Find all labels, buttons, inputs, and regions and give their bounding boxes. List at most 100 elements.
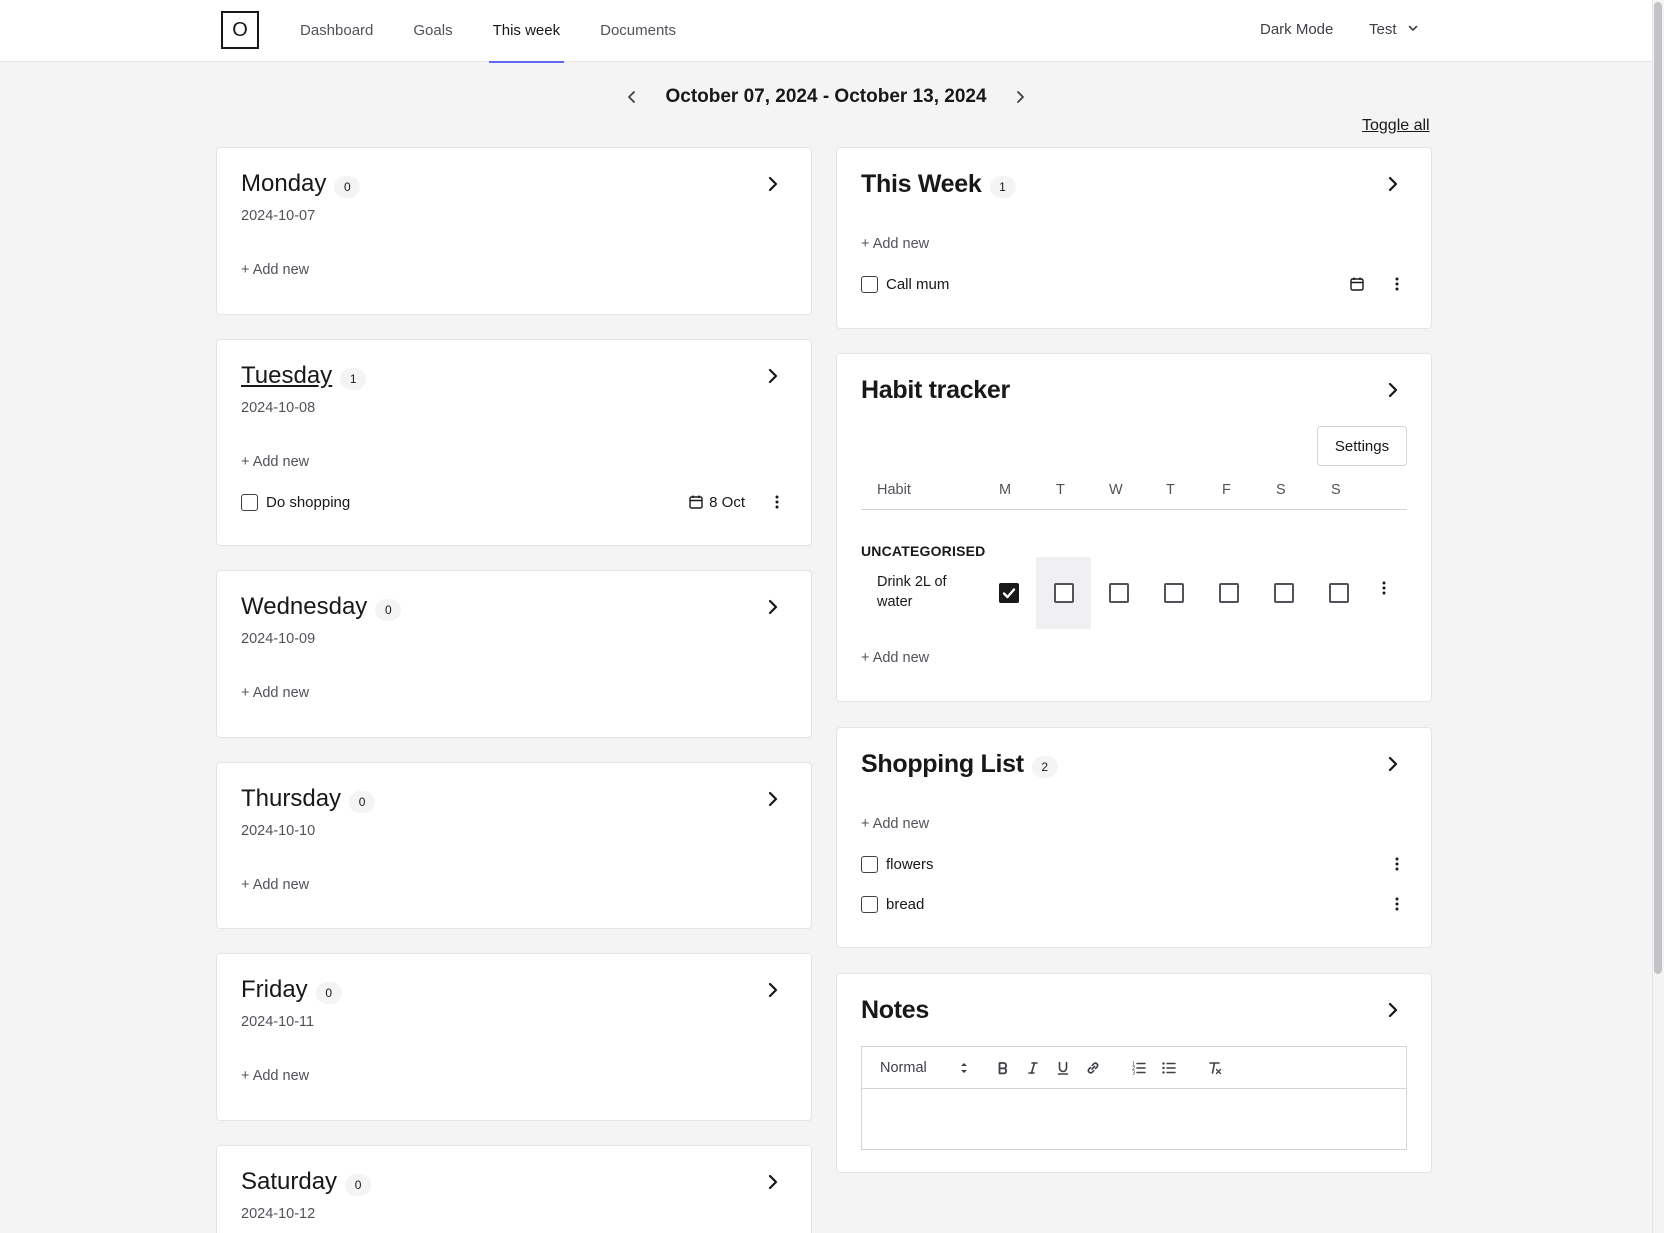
item-checkbox[interactable] (861, 855, 878, 873)
habit-checkbox[interactable] (1163, 583, 1184, 603)
add-new-button[interactable]: + Add new (241, 454, 309, 470)
nav-documents[interactable]: Documents (596, 0, 680, 62)
expand-day-button[interactable] (761, 978, 785, 1002)
habit-checkbox[interactable] (998, 583, 1019, 603)
task-item: Do shopping 8 Oct (241, 490, 787, 514)
more-vertical-icon (1382, 581, 1386, 595)
scrollbar-thumb[interactable] (1654, 2, 1662, 974)
main-nav: Dashboard Goals This week Documents (296, 0, 712, 63)
week-range-label: October 07, 2024 - October 13, 2024 (665, 86, 987, 107)
expand-card-button[interactable] (1381, 378, 1405, 402)
card-title[interactable]: Shopping List (861, 750, 1024, 779)
add-new-button[interactable]: + Add new (241, 877, 309, 893)
day-title[interactable]: Saturday (241, 1168, 337, 1196)
task-menu-button[interactable] (1387, 272, 1407, 296)
expand-day-button[interactable] (761, 787, 785, 811)
day-date: 2024-10-09 (241, 631, 316, 647)
habit-checkbox[interactable] (1218, 583, 1239, 603)
user-menu[interactable]: Test (1369, 21, 1419, 38)
card-title[interactable]: This Week (861, 170, 982, 199)
chevron-right-icon (768, 982, 778, 998)
ordered-list-button[interactable]: 123 (1124, 1056, 1154, 1080)
add-new-button[interactable]: + Add new (861, 816, 929, 832)
day-date: 2024-10-08 (241, 400, 316, 416)
expand-card-button[interactable] (1381, 172, 1405, 196)
nav-this-week[interactable]: This week (488, 0, 565, 63)
expand-card-button[interactable] (1381, 752, 1405, 776)
calendar-icon (689, 495, 703, 509)
expand-card-button[interactable] (1381, 998, 1405, 1022)
item-text[interactable]: flowers (886, 856, 1365, 873)
nav-goals[interactable]: Goals (409, 0, 456, 62)
item-checkbox[interactable] (861, 895, 878, 913)
add-new-button[interactable]: + Add new (241, 685, 309, 701)
item-text[interactable]: bread (886, 896, 1365, 913)
bold-button[interactable] (988, 1056, 1018, 1080)
notes-text-area[interactable] (862, 1089, 1406, 1149)
previous-week-button[interactable] (621, 86, 643, 108)
expand-day-button[interactable] (761, 1170, 785, 1194)
chevron-right-icon (1388, 382, 1398, 398)
chevron-right-icon (768, 791, 778, 807)
day-column-header: S (1331, 482, 1341, 498)
expand-day-button[interactable] (761, 364, 785, 388)
add-new-button[interactable]: + Add new (241, 262, 309, 278)
habit-checkbox[interactable] (1328, 583, 1349, 603)
clear-format-button[interactable] (1200, 1056, 1230, 1080)
chevron-right-icon (768, 368, 778, 384)
notes-editor: Normal 123 (861, 1046, 1407, 1150)
task-text[interactable]: Do shopping (266, 494, 688, 511)
next-week-button[interactable] (1009, 86, 1031, 108)
day-title[interactable]: Monday (241, 170, 326, 198)
habit-checkbox[interactable] (1273, 583, 1294, 603)
underline-icon (1057, 1061, 1069, 1075)
task-text[interactable]: Call mum (886, 276, 1349, 293)
underline-button[interactable] (1048, 1056, 1078, 1080)
habit-day-cell (1091, 557, 1146, 629)
app-logo[interactable]: O (221, 11, 259, 49)
habit-name[interactable]: Drink 2L of water (877, 572, 977, 612)
add-new-button[interactable]: + Add new (861, 236, 929, 252)
card-title[interactable]: Habit tracker (861, 376, 1010, 405)
clear-format-icon (1209, 1061, 1222, 1074)
day-title[interactable]: Tuesday (241, 362, 332, 390)
add-new-button[interactable]: + Add new (241, 1068, 309, 1084)
day-title[interactable]: Wednesday (241, 593, 367, 621)
dark-mode-toggle[interactable]: Dark Mode (1260, 21, 1333, 38)
text-format-select[interactable]: Normal (880, 1060, 968, 1076)
bullet-list-button[interactable] (1154, 1056, 1184, 1080)
habit-checkbox[interactable] (1053, 583, 1074, 603)
expand-day-button[interactable] (761, 595, 785, 619)
chevron-down-icon (1407, 21, 1419, 38)
habit-settings-button[interactable]: Settings (1317, 426, 1407, 466)
more-vertical-icon (1395, 897, 1399, 911)
day-title[interactable]: Friday (241, 976, 308, 1004)
item-menu-button[interactable] (1387, 892, 1407, 916)
day-column-header: F (1222, 482, 1231, 498)
chevron-right-icon (768, 599, 778, 615)
link-button[interactable] (1078, 1056, 1108, 1080)
add-new-button[interactable]: + Add new (861, 650, 929, 666)
task-checkbox[interactable] (241, 493, 258, 511)
editor-toolbar: Normal 123 (862, 1047, 1406, 1089)
habit-day-cell (981, 557, 1036, 629)
expand-day-button[interactable] (761, 172, 785, 196)
habit-checkbox[interactable] (1108, 583, 1129, 603)
task-checkbox[interactable] (861, 275, 878, 293)
bullet-list-icon (1162, 1061, 1176, 1074)
day-title[interactable]: Thursday (241, 785, 341, 813)
card-title[interactable]: Notes (861, 996, 929, 1025)
italic-icon (1028, 1061, 1038, 1074)
task-menu-button[interactable] (767, 490, 787, 514)
day-card-wednesday: Wednesday 0 2024-10-09 + Add new (216, 570, 812, 738)
set-date-button[interactable] (1349, 276, 1365, 292)
habit-menu-button[interactable] (1374, 576, 1394, 600)
toggle-all-link[interactable]: Toggle all (1362, 117, 1430, 135)
user-name: Test (1369, 21, 1397, 38)
day-card-saturday: Saturday 0 2024-10-12 (216, 1145, 812, 1233)
habit-day-cell (1146, 557, 1201, 629)
nav-dashboard[interactable]: Dashboard (296, 0, 377, 62)
italic-button[interactable] (1018, 1056, 1048, 1080)
task-due-date[interactable]: 8 Oct (688, 494, 745, 511)
item-menu-button[interactable] (1387, 852, 1407, 876)
